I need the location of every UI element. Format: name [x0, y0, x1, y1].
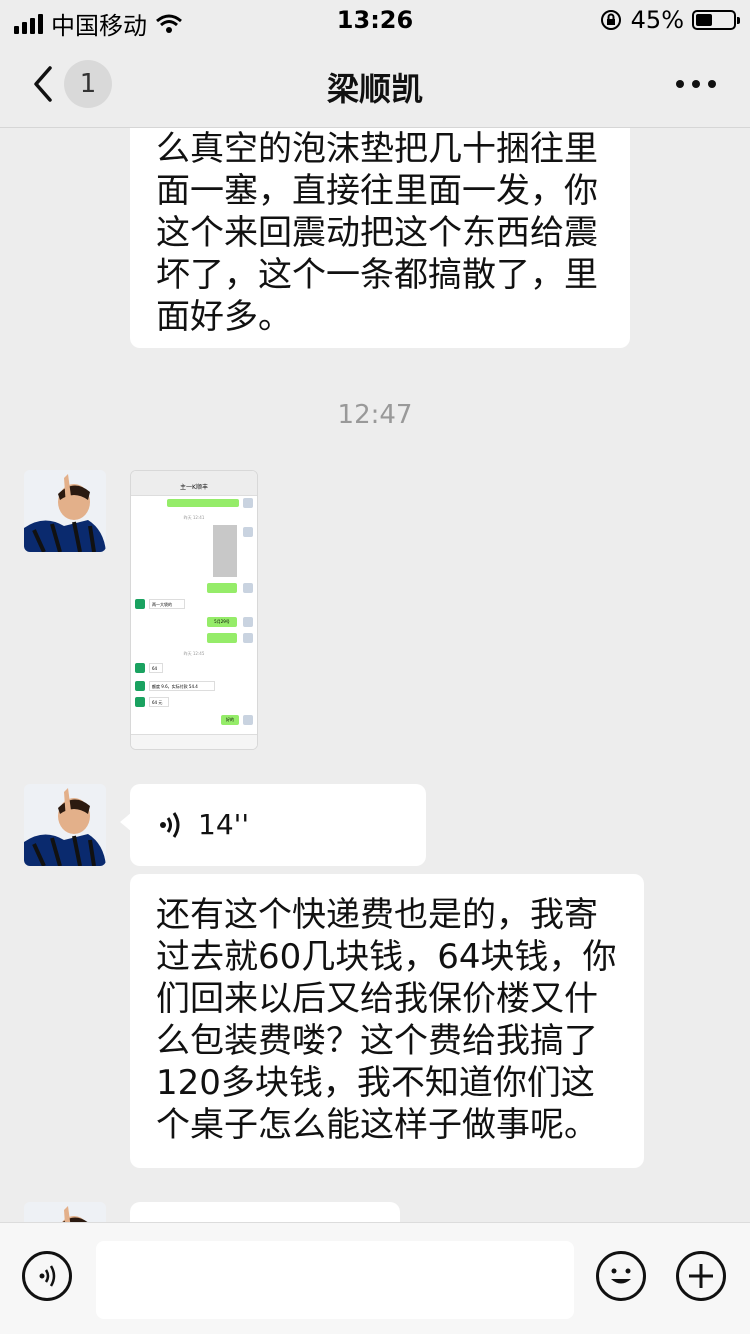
thumb-bubble: 额度 9.6，实际付款 54.4: [149, 681, 215, 691]
battery-fill: [696, 14, 713, 26]
voice-icon: [39, 1265, 56, 1287]
status-right: 45%: [599, 6, 740, 34]
chat-header: 1 梁顺凯: [0, 40, 750, 128]
thumb-bubble: 两一大袋的: [149, 599, 185, 609]
thumb-bubble: 64 元: [149, 697, 169, 707]
image-message[interactable]: 主一K顺丰 昨天 12:41 两一大袋的 5月29号 昨天 12:45 64 额…: [130, 470, 258, 750]
thumb-time: 昨天 12:41: [183, 515, 205, 520]
dot-icon: [692, 80, 700, 88]
thumb-self-bubble: 好的: [221, 715, 239, 725]
thumb-avatar: [135, 663, 145, 673]
message-text: 么真空的泡沫垫把几十捆往里面一塞，直接往里面一发，你这个来回震动把这个东西给震坏…: [156, 129, 598, 337]
avatar[interactable]: [24, 1202, 106, 1222]
add-button[interactable]: [676, 1251, 726, 1301]
thumb-avatar: [135, 697, 145, 707]
chat-title: 梁顺凯: [326, 70, 423, 108]
message-list[interactable]: 么真空的泡沫垫把几十捆往里面一塞，直接往里面一发，你这个来回震动把这个东西给震坏…: [0, 128, 750, 1222]
thumb-time: 昨天 12:45: [183, 651, 205, 656]
thumb-avatar: [243, 715, 253, 725]
thumb-avatar: [243, 527, 253, 537]
status-bar: 中国移动 13:26 45%: [0, 0, 750, 40]
emoji-icon: [611, 1268, 631, 1284]
plus-icon: [689, 1264, 713, 1288]
battery-percent: 45%: [630, 6, 684, 34]
message-input[interactable]: [96, 1241, 574, 1319]
voice-wave-icon: [160, 812, 180, 838]
thumb-avatar: [243, 633, 253, 643]
avatar-image: [24, 470, 106, 552]
thumb-avatar: [135, 599, 145, 609]
thumb-self-bubble: [207, 633, 237, 643]
voice-duration: 14'': [198, 808, 250, 841]
rotation-lock-icon: [600, 10, 621, 30]
avatar[interactable]: [24, 470, 106, 552]
message-timestamp: 12:47: [337, 400, 413, 430]
more-options-button[interactable]: [676, 80, 716, 88]
thumb-bubble: 64: [149, 663, 163, 673]
avatar-image: [24, 784, 106, 866]
battery-icon: [692, 10, 740, 30]
dot-icon: [676, 80, 684, 88]
thumb-title: 主一K顺丰: [131, 481, 257, 496]
thumb-avatar: [243, 498, 253, 508]
avatar[interactable]: [24, 784, 106, 866]
dot-icon: [708, 80, 716, 88]
voice-message[interactable]: 14'': [130, 784, 426, 866]
thumb-avatar: [243, 617, 253, 627]
emoji-button[interactable]: [596, 1251, 646, 1301]
avatar-image: [24, 1202, 106, 1222]
input-bar: [0, 1222, 750, 1334]
thumb-image: [213, 525, 237, 577]
message-text: 还有这个快递费也是的，我寄过去就60几块钱，64块钱，你们回来以后又给我保价楼又…: [156, 895, 617, 1145]
thumb-self-bubble: [207, 583, 237, 593]
voice-input-button[interactable]: [22, 1251, 72, 1301]
thumb-self-bubble: 5月29号: [207, 617, 237, 627]
message-bubble[interactable]: 么真空的泡沫垫把几十捆往里面一塞，直接往里面一发，你这个来回震动把这个东西给震坏…: [130, 128, 630, 348]
thumb-composer: [131, 734, 257, 749]
thumb-status: [131, 471, 257, 481]
message-bubble[interactable]: 还有这个快递费也是的，我寄过去就60几块钱，64块钱，你们回来以后又给我保价楼又…: [130, 874, 644, 1168]
thumb-self-bubble: [167, 499, 239, 507]
thumb-avatar: [243, 583, 253, 593]
message-bubble[interactable]: [130, 1202, 400, 1222]
thumb-avatar: [135, 681, 145, 691]
